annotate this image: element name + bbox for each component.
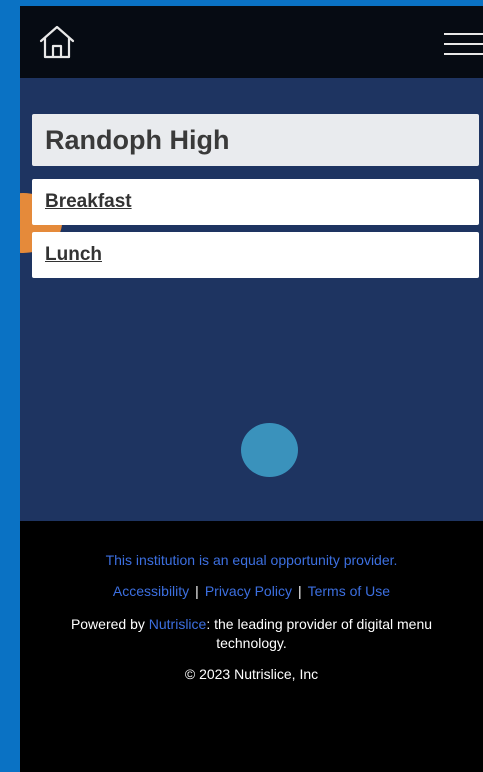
app-frame: Randoph High Breakfast Lunch This instit…	[20, 6, 483, 772]
top-nav-bar	[20, 6, 483, 78]
menu-item-breakfast[interactable]: Breakfast	[32, 179, 479, 225]
accessibility-link[interactable]: Accessibility	[113, 583, 189, 599]
terms-of-use-link[interactable]: Terms of Use	[308, 583, 390, 599]
powered-suffix: : the leading provider of digital menu t…	[206, 616, 433, 651]
hamburger-menu-button[interactable]	[444, 28, 483, 60]
footer: This institution is an equal opportunity…	[20, 521, 483, 772]
hamburger-menu-icon	[444, 33, 483, 35]
hamburger-menu-icon-bar	[444, 53, 483, 55]
powered-prefix: Powered by	[70, 616, 149, 632]
home-button[interactable]	[38, 24, 76, 60]
nutrislice-link[interactable]: Nutrislice	[149, 616, 207, 632]
home-icon	[39, 25, 75, 59]
link-separator: |	[195, 583, 199, 599]
copyright-text: © 2023 Nutrislice, Inc	[184, 666, 319, 682]
privacy-policy-link[interactable]: Privacy Policy	[205, 583, 292, 599]
school-title: Randoph High	[32, 114, 479, 166]
powered-by-text: Powered by Nutrislice: the leading provi…	[20, 615, 483, 653]
main-content: Randoph High Breakfast Lunch	[20, 78, 483, 521]
footer-links: Accessibility | Privacy Policy | Terms of Us…	[20, 583, 483, 599]
breakfast-link[interactable]: Breakfast	[45, 191, 132, 212]
menu-item-lunch[interactable]: Lunch	[32, 232, 479, 278]
loading-indicator	[241, 423, 298, 477]
hamburger-menu-icon-bar	[444, 43, 483, 45]
link-separator: |	[297, 583, 302, 599]
lunch-link[interactable]: Lunch	[45, 244, 102, 265]
equal-opportunity-text: This institution is an equal opportunity…	[105, 552, 398, 568]
